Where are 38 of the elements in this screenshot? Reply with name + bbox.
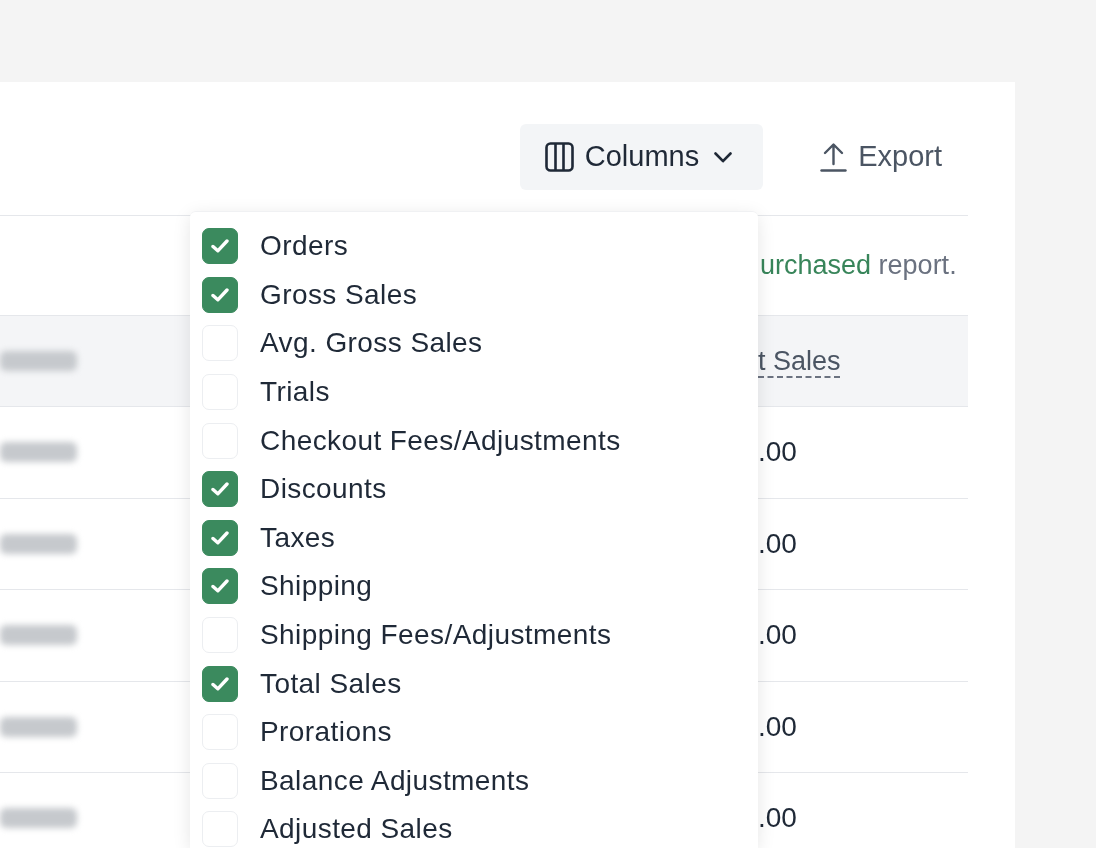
export-button[interactable]: Export xyxy=(794,124,968,190)
checkmark-icon xyxy=(211,287,229,302)
table-cell-text: .00 xyxy=(758,801,797,836)
table-cell-text: .00 xyxy=(758,526,797,561)
column-option[interactable]: Shipping Fees/Adjustments xyxy=(202,614,612,657)
column-header[interactable]: t Sales xyxy=(758,340,841,382)
table-cell-text: .00 xyxy=(758,435,797,470)
checkmark-icon xyxy=(211,676,229,691)
columns-icon xyxy=(544,142,574,172)
checkmark-icon xyxy=(211,239,229,254)
column-option[interactable]: Trials xyxy=(202,371,330,414)
checkmark-icon xyxy=(211,579,229,594)
column-option[interactable]: Balance Adjustments xyxy=(202,759,530,802)
report-link[interactable]: urchased xyxy=(760,250,872,281)
column-option[interactable]: Shipping xyxy=(202,565,373,608)
column-option[interactable]: Checkout Fees/Adjustments xyxy=(202,419,621,462)
column-option[interactable]: Avg. Gross Sales xyxy=(202,322,483,365)
column-option[interactable]: Prorations xyxy=(202,711,392,754)
checkbox[interactable] xyxy=(202,665,238,702)
column-option[interactable]: Total Sales xyxy=(202,662,402,705)
table-cell-text: .00 xyxy=(758,709,797,744)
checkbox[interactable] xyxy=(202,519,238,556)
table-cell-text: .00 xyxy=(758,618,797,653)
column-option[interactable]: Orders xyxy=(202,225,349,268)
notice-text: urchased report. xyxy=(760,249,957,283)
checkmark-icon xyxy=(211,530,229,545)
upload-icon xyxy=(820,142,848,172)
chevron-down-icon xyxy=(714,151,733,163)
checkmark-icon xyxy=(211,482,229,497)
checkbox[interactable] xyxy=(202,276,238,313)
columns-button[interactable]: Columns xyxy=(519,124,764,190)
column-option[interactable]: Discounts xyxy=(202,468,387,511)
checkbox[interactable] xyxy=(202,228,238,265)
checkbox[interactable] xyxy=(202,471,238,508)
column-option[interactable]: Taxes xyxy=(202,516,336,559)
column-option[interactable]: Adjusted Sales xyxy=(202,808,453,848)
column-option[interactable]: Gross Sales xyxy=(202,273,418,316)
checkbox[interactable] xyxy=(202,568,238,605)
